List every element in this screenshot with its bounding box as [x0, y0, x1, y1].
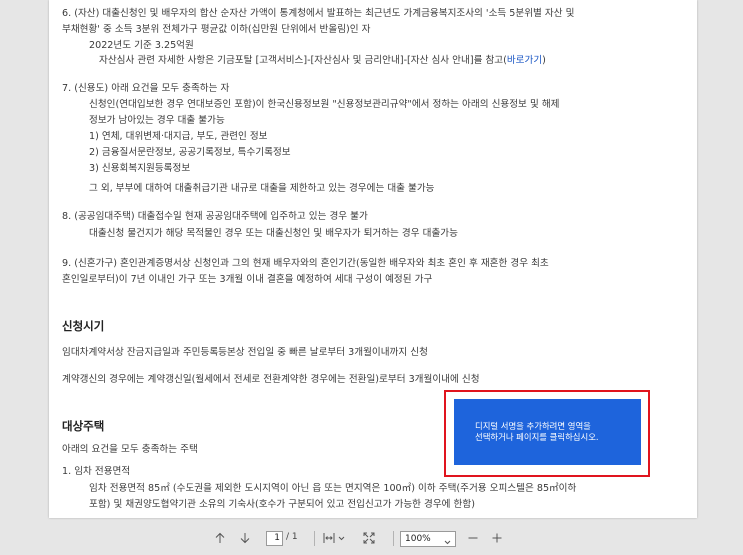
viewer-toolbar: 1 / 1 100%: [0, 527, 743, 551]
fit-width-icon: [322, 532, 336, 544]
shortcut-link[interactable]: 바로가기: [507, 55, 542, 66]
chevron-down-icon: [444, 536, 451, 550]
next-page-button[interactable]: [236, 527, 254, 549]
full-screen-button[interactable]: [360, 527, 378, 549]
item7-text-2: 신청인(연대입보한 경우 연대보증인 포함)이 한국신용정보원 "신용정보관리규…: [89, 99, 560, 110]
item9-text-2: 혼인일로부터)이 7년 이내인 가구 또는 3개월 이내 결혼을 예정하여 세대…: [62, 274, 433, 285]
zoom-level-value: 100%: [405, 534, 431, 544]
item7-text-4: 그 외, 부부에 대하여 대출취급기관 내규로 대출을 제한하고 있는 경우에는…: [89, 183, 435, 194]
house-text-3: 포함) 및 채권양도협약기관 소유의 기숙사(호수가 구분되어 있고 전입신고가…: [89, 499, 475, 510]
zoom-in-button[interactable]: [488, 527, 506, 549]
item8-text-2: 대출신청 물건지가 해당 목적물인 경우 또는 대출신청인 및 배우자가 퇴거하…: [89, 228, 458, 239]
previous-page-button[interactable]: [211, 527, 229, 549]
toolbar-divider: [393, 531, 394, 546]
item7-sub-2: 2) 금융질서문란정보, 공공기록정보, 특수기록정보: [89, 147, 291, 158]
signature-prompt-line-2: 선택하거나 페이지를 클릭하십시오.: [475, 432, 599, 442]
fit-width-button[interactable]: [320, 527, 346, 549]
item6-text-1: 6. (자산) 대출신청인 및 배우자의 합산 순자산 가액이 통계청에서 발표…: [62, 8, 575, 19]
house-item-1: 1. 임차 전용면적: [62, 466, 131, 477]
signature-prompt-line-1: 디지털 서명을 추가하려면 영역을: [475, 421, 591, 431]
timing-text-1: 임대차계약서상 잔금지급일과 주민등록등본상 전입일 중 빠른 날로부터 3개월…: [62, 347, 428, 358]
house-text-2: 임차 전용면적 85㎡ (수도권을 제외한 도시지역이 아닌 읍 또는 면지역은…: [89, 483, 577, 494]
section-title-target-house: 대상주택: [62, 419, 105, 433]
item7-sub-3: 3) 신용회복지원등록정보: [89, 163, 191, 174]
item7-text-1: 7. (신용도) 아래 요건을 모두 충족하는 자: [62, 83, 230, 94]
item6-text-3: 2022년도 기준 3.25억원: [89, 40, 194, 51]
toolbar-divider: [314, 531, 315, 546]
signature-area-prompt[interactable]: 디지털 서명을 추가하려면 영역을 선택하거나 페이지를 클릭하십시오.: [454, 399, 641, 465]
minus-icon: [467, 532, 479, 544]
plus-icon: [491, 532, 503, 544]
section-title-timing: 신청시기: [62, 319, 105, 333]
item6-text-4: 자산심사 관련 자세한 사항은 기금포탈 [고객서비스]-[자산심사 및 금리안…: [99, 55, 546, 66]
expand-icon: [363, 532, 375, 544]
chevron-down-icon: [338, 536, 345, 541]
page-number-input[interactable]: 1: [266, 531, 283, 546]
zoom-level-select[interactable]: 100%: [400, 531, 456, 547]
item9-text-1: 9. (신혼가구) 혼인관계증명서상 신청인과 그의 현재 배우자와의 혼인기간…: [62, 258, 549, 269]
arrow-up-icon: [214, 532, 226, 544]
timing-text-2: 계약갱신의 경우에는 계약갱신일(월세에서 전세로 전환계약한 경우에는 전환일…: [62, 374, 480, 385]
item7-text-3: 정보가 남아있는 경우 대출 불가능: [89, 115, 225, 126]
item8-text-1: 8. (공공임대주택) 대출접수일 현재 공공임대주택에 입주하고 있는 경우 …: [62, 211, 368, 222]
item7-sub-1: 1) 연체, 대위변제·대지급, 부도, 관련인 정보: [89, 131, 268, 142]
house-text-1: 아래의 요건을 모두 충족하는 주택: [62, 444, 198, 455]
arrow-down-icon: [239, 532, 251, 544]
item6-text-2: 부채현황' 중 소득 3분위 전체가구 평균값 이하(십만원 단위에서 반올림)…: [62, 24, 371, 35]
page-total-label: / 1: [286, 532, 298, 542]
zoom-out-button[interactable]: [464, 527, 482, 549]
